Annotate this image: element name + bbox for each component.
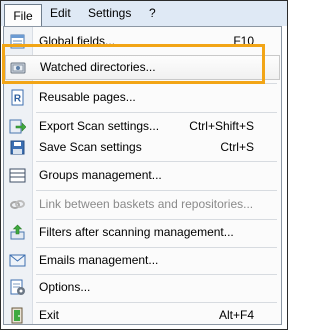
menu-separator	[36, 83, 277, 84]
file-menu-dropdown: Global fields... F10 Watched directories…	[3, 26, 282, 325]
table-form-icon	[9, 33, 26, 50]
menu-file[interactable]: File	[4, 4, 42, 27]
menu-item-label: Options...	[39, 280, 91, 294]
menu-item-shortcut: F10	[233, 34, 254, 48]
menu-item-label: Watched directories...	[40, 60, 156, 74]
menu-settings[interactable]: Settings	[88, 1, 131, 26]
svg-text:R: R	[14, 94, 22, 105]
menu-item-shortcut: Alt+F4	[218, 308, 254, 322]
menu-item-link-baskets-repositories[interactable]: Link between baskets and repositories...	[4, 192, 281, 217]
menu-item-exit[interactable]: Exit Alt+F4	[4, 303, 281, 328]
menu-item-options[interactable]: Options...	[4, 275, 281, 300]
menu-item-watched-directories[interactable]: Watched directories...	[5, 55, 280, 80]
menu-bar: File Edit Settings ?	[1, 1, 287, 27]
menu-item-label: Save Scan settings	[39, 140, 142, 154]
export-icon	[9, 118, 26, 135]
menu-item-label: Link between baskets and repositories...	[39, 197, 254, 211]
save-icon	[9, 139, 26, 156]
menu-item-label: Exit	[39, 308, 60, 322]
options-icon	[9, 279, 26, 296]
exit-icon	[9, 307, 26, 324]
menu-item-groups-management[interactable]: Groups management...	[4, 163, 281, 188]
menu-item-filters-after-scanning[interactable]: Filters after scanning management...	[4, 220, 281, 245]
menu-separator	[36, 112, 277, 113]
reusable-page-icon: R	[9, 89, 26, 106]
menu-separator	[36, 190, 277, 191]
menu-item-shortcut: Ctrl+S	[220, 140, 254, 154]
menu-help[interactable]: ?	[149, 1, 156, 26]
menu-edit[interactable]: Edit	[50, 1, 71, 26]
link-icon	[9, 196, 26, 213]
menu-item-label: Filters after scanning management...	[39, 225, 234, 239]
menu-item-emails-management[interactable]: Emails management...	[4, 248, 281, 273]
menu-item-label: Emails management...	[39, 253, 159, 267]
menu-item-label: Reusable pages...	[39, 90, 136, 104]
watched-folder-icon	[10, 59, 27, 76]
menu-item-save-scan-settings[interactable]: Save Scan settings Ctrl+S	[4, 135, 281, 160]
menu-item-label: Groups management...	[39, 168, 162, 182]
email-icon	[9, 252, 26, 269]
menu-item-reusable-pages[interactable]: R Reusable pages...	[4, 85, 281, 110]
menu-separator	[36, 161, 277, 162]
menu-item-global-fields[interactable]: Global fields... F10	[4, 29, 281, 54]
filter-upload-icon	[9, 224, 26, 241]
menu-item-label: Global fields...	[39, 34, 116, 48]
groups-list-icon	[9, 167, 26, 184]
